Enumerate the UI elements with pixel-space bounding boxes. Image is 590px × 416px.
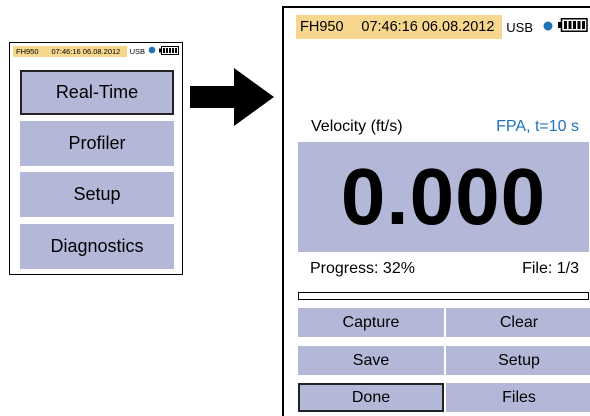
save-button[interactable]: Save xyxy=(298,346,444,375)
main-menu-screen: FH950 07:46:16 06.08.2012 USB Real-Time … xyxy=(9,42,183,275)
mode-label: FPA, t=10 s xyxy=(496,118,579,135)
file-label: File: 1/3 xyxy=(522,260,579,277)
velocity-display: 0.000 xyxy=(298,142,589,252)
setup-button[interactable]: Setup xyxy=(446,346,590,375)
battery-icon xyxy=(159,45,179,58)
menu-item-profiler[interactable]: Profiler xyxy=(20,121,174,166)
usb-indicator: USB xyxy=(506,19,533,35)
status-bar: FH950 07:46:16 06.08.2012 USB xyxy=(296,15,588,39)
menu-item-setup[interactable]: Setup xyxy=(20,172,174,217)
device-model: FH950 xyxy=(13,46,42,57)
files-button[interactable]: Files xyxy=(446,383,590,412)
progress-bar xyxy=(298,292,589,300)
connection-dot-icon xyxy=(543,19,553,35)
real-time-screen: FH950 07:46:16 06.08.2012 USB Velocity (… xyxy=(282,6,590,416)
datetime: 07:46:16 06.08.2012 xyxy=(41,46,127,57)
connection-dot-icon xyxy=(148,46,156,57)
measurement-label: Velocity (ft/s) xyxy=(311,118,403,135)
menu-item-real-time[interactable]: Real-Time xyxy=(20,70,174,115)
datetime: 07:46:16 06.08.2012 xyxy=(353,15,503,39)
battery-icon xyxy=(558,18,588,36)
status-bar: FH950 07:46:16 06.08.2012 USB xyxy=(13,45,179,58)
clear-button[interactable]: Clear xyxy=(446,308,590,337)
velocity-value: 0.000 xyxy=(340,152,547,241)
menu-item-diagnostics[interactable]: Diagnostics xyxy=(20,224,174,269)
right-arrow-icon xyxy=(190,68,274,131)
device-model: FH950 xyxy=(296,15,354,39)
usb-indicator: USB xyxy=(129,47,145,56)
progress-label: Progress: 32% xyxy=(310,260,415,277)
capture-button[interactable]: Capture xyxy=(298,308,444,337)
done-button[interactable]: Done xyxy=(298,383,444,412)
